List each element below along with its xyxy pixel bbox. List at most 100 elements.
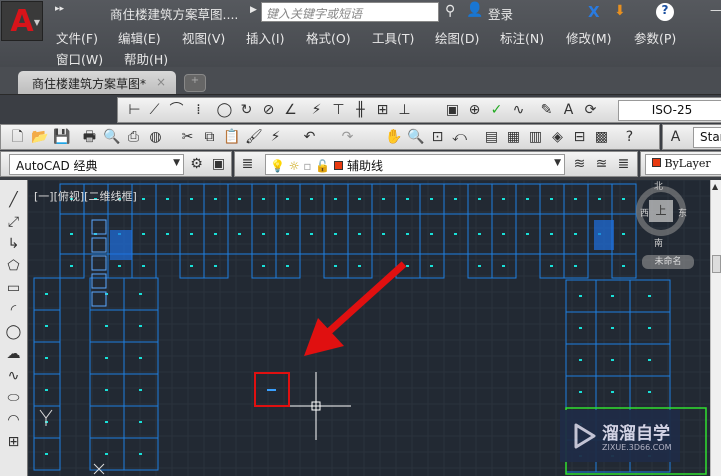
rectangle-icon[interactable]: ▭: [5, 280, 22, 297]
center-mark-icon[interactable]: ⊕: [466, 102, 483, 119]
ordinate-icon[interactable]: ⁞: [190, 102, 207, 119]
menu-format[interactable]: 格式(O): [306, 28, 351, 47]
help-button-icon[interactable]: ?: [621, 129, 638, 146]
scroll-thumb[interactable]: [712, 255, 721, 273]
binoculars-icon[interactable]: ⚲: [445, 3, 455, 19]
arc-length-icon[interactable]: ⌒: [168, 102, 185, 119]
match-properties-icon[interactable]: 🖌: [245, 129, 263, 146]
menu-view[interactable]: 视图(V): [182, 28, 225, 47]
zoom-realtime-icon[interactable]: 🔍: [407, 129, 424, 146]
color-select[interactable]: ByLayer: [645, 154, 721, 175]
revcloud-icon[interactable]: ☁: [5, 346, 22, 363]
aligned-dim-icon[interactable]: ⟋: [146, 102, 163, 119]
menu-edit[interactable]: 编辑(E): [118, 28, 161, 47]
compass-east[interactable]: 东: [678, 206, 687, 219]
vertical-scrollbar[interactable]: ▲: [710, 180, 721, 476]
download-icon[interactable]: ⬇: [614, 3, 626, 19]
inspect-icon[interactable]: ✓: [488, 102, 505, 119]
close-tab-icon[interactable]: ×: [156, 75, 166, 89]
dim-style-select[interactable]: ISO-25: [618, 100, 721, 121]
menu-parameter[interactable]: 参数(P): [634, 28, 676, 47]
viewport-controls[interactable]: [一][俯视][二维线框]: [34, 188, 137, 204]
menu-modify[interactable]: 修改(M): [566, 28, 612, 47]
ellipse-icon[interactable]: ⬭: [5, 390, 22, 407]
continue-icon[interactable]: ╫: [352, 102, 369, 119]
construction-line-icon[interactable]: ⤢: [5, 214, 22, 231]
properties-icon[interactable]: ▤: [483, 129, 500, 146]
sheet-set-icon[interactable]: ◈: [549, 129, 566, 146]
insert-block-icon[interactable]: ⊞: [5, 434, 22, 451]
space-icon[interactable]: ⊞: [374, 102, 391, 119]
workspace-select[interactable]: AutoCAD 经典 ▼: [9, 154, 184, 175]
baseline-icon[interactable]: ⊤: [330, 102, 347, 119]
markup-icon[interactable]: ⊟: [571, 129, 588, 146]
layer-select[interactable]: 💡 ☼ ▫ 🔓 辅助线 ▼: [265, 154, 565, 175]
menu-window[interactable]: 窗口(W): [56, 49, 103, 68]
print-icon[interactable]: 🖶: [81, 129, 98, 146]
compass-west[interactable]: 西: [640, 206, 649, 219]
tab-drawing[interactable]: 商住楼建筑方案草图* ×: [18, 71, 176, 94]
block-editor-icon[interactable]: ⚡: [267, 129, 284, 146]
menu-dimension[interactable]: 标注(N): [500, 28, 544, 47]
calculator-icon[interactable]: ▩: [593, 129, 610, 146]
text-style-select[interactable]: Star: [693, 127, 721, 148]
redo-icon[interactable]: ↷: [339, 129, 356, 146]
layer-previous-icon[interactable]: ≊: [593, 156, 610, 173]
open-icon[interactable]: 📂: [31, 129, 48, 146]
publish-icon[interactable]: ⎙: [125, 129, 142, 146]
undo-icon[interactable]: ↶: [301, 129, 318, 146]
workspace-settings-icon[interactable]: ⚙: [188, 156, 205, 173]
dim-edit-icon[interactable]: ✎: [538, 102, 555, 119]
menu-help[interactable]: 帮助(H): [124, 49, 168, 68]
jogged-icon[interactable]: ↻: [238, 102, 255, 119]
clean-screen-icon[interactable]: ▣: [210, 156, 227, 173]
dim-text-edit-icon[interactable]: A: [560, 102, 577, 119]
quick-access-expand-icon[interactable]: ▸▸: [55, 4, 64, 14]
tolerance-icon[interactable]: ▣: [444, 102, 461, 119]
layer-state-icon[interactable]: ≣: [615, 156, 632, 173]
new-icon[interactable]: 🗋: [9, 129, 26, 146]
title-expand-icon[interactable]: ▶: [250, 5, 257, 15]
arc-icon[interactable]: ◜: [5, 302, 22, 319]
app-menu-button[interactable]: A ▼: [1, 1, 43, 41]
design-center-icon[interactable]: ▦: [505, 129, 522, 146]
compass-north[interactable]: 北: [654, 180, 663, 192]
zoom-previous-icon[interactable]: ⤺: [451, 129, 468, 146]
polyline-icon[interactable]: ↳: [5, 236, 22, 253]
ellipse-arc-icon[interactable]: ◠: [5, 412, 22, 429]
break-icon[interactable]: ⊥: [396, 102, 413, 119]
line-icon[interactable]: ╱: [5, 192, 22, 209]
login-link[interactable]: 登录: [488, 4, 513, 23]
linear-dim-icon[interactable]: ⊢: [126, 102, 143, 119]
wcs-menu[interactable]: 未命名: [642, 255, 694, 269]
jogged-linear-icon[interactable]: ∿: [510, 102, 527, 119]
menu-insert[interactable]: 插入(I): [246, 28, 284, 47]
angular-icon[interactable]: ∠: [282, 102, 299, 119]
exchange-icon[interactable]: X: [588, 3, 600, 21]
3d-dwf-icon[interactable]: ◍: [147, 129, 164, 146]
new-tab-button[interactable]: +: [184, 74, 206, 92]
drawing-canvas[interactable]: [一][俯视][二维线框] 上 北 南 西 东 未命名 溜溜自学 ZIXUE.3…: [28, 180, 710, 476]
tool-palettes-icon[interactable]: ▥: [527, 129, 544, 146]
make-current-icon[interactable]: ≋: [571, 156, 588, 173]
quick-dim-icon[interactable]: ⚡: [308, 102, 325, 119]
polygon-icon[interactable]: ⬠: [5, 258, 22, 275]
copy-icon[interactable]: ⧉: [201, 129, 218, 146]
preview-icon[interactable]: 🔍: [103, 129, 120, 146]
paste-icon[interactable]: 📋: [223, 129, 240, 146]
cut-icon[interactable]: ✂: [179, 129, 196, 146]
save-icon[interactable]: 💾: [53, 129, 70, 146]
spline-icon[interactable]: ∿: [5, 368, 22, 385]
menu-tools[interactable]: 工具(T): [372, 28, 414, 47]
zoom-window-icon[interactable]: ⊡: [429, 129, 446, 146]
user-icon[interactable]: 👤: [466, 2, 483, 18]
search-input[interactable]: 键入关键字或短语: [261, 2, 439, 22]
viewcube-top-face[interactable]: 上: [649, 200, 673, 222]
radius-icon[interactable]: ◯: [216, 102, 233, 119]
help-icon[interactable]: ?: [656, 3, 674, 21]
menu-draw[interactable]: 绘图(D): [435, 28, 479, 47]
circle-icon[interactable]: ◯: [5, 324, 22, 341]
compass-south[interactable]: 南: [654, 236, 663, 249]
diameter-icon[interactable]: ⊘: [260, 102, 277, 119]
minimize-button[interactable]: —: [710, 3, 721, 17]
